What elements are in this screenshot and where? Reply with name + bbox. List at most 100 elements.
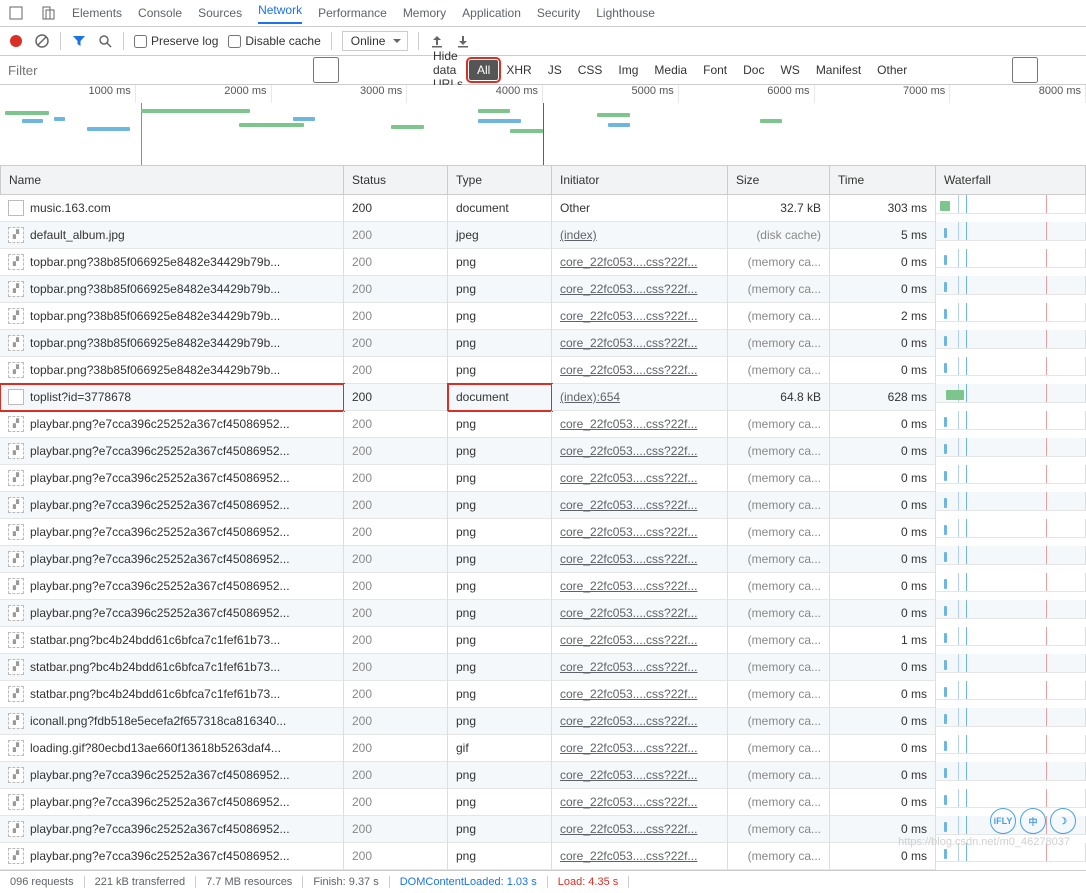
type-css[interactable]: CSS <box>570 60 611 80</box>
col-waterfall[interactable]: Waterfall <box>936 166 1086 195</box>
cell-initiator[interactable]: (index) <box>552 222 728 249</box>
ime-widget[interactable]: iFLY 中 ☽ <box>990 808 1076 834</box>
col-type[interactable]: Type <box>448 166 552 195</box>
preserve-log-checkbox[interactable]: Preserve log <box>134 34 218 48</box>
col-size[interactable]: Size <box>728 166 830 195</box>
col-initiator[interactable]: Initiator <box>552 166 728 195</box>
cell-name[interactable]: ▞statbar.png?bc4b24bdd61c6bfca7c1fef61b7… <box>0 654 344 681</box>
device-icon[interactable] <box>40 5 56 21</box>
cell-name[interactable]: ▞iconall.png?fdb518e5ecefa2f657318ca8163… <box>0 708 344 735</box>
cell-initiator[interactable]: core_22fc053....css?22f... <box>552 519 728 546</box>
tab-performance[interactable]: Performance <box>318 6 387 20</box>
tab-network[interactable]: Network <box>258 3 302 24</box>
cell-initiator[interactable]: core_22fc053....css?22f... <box>552 654 728 681</box>
type-js[interactable]: JS <box>540 60 570 80</box>
search-icon[interactable] <box>97 33 113 49</box>
cell-name[interactable]: ▞topbar.png?38b85f066925e8482e34429b79b.… <box>0 330 344 357</box>
type-media[interactable]: Media <box>646 60 695 80</box>
cell-initiator[interactable]: core_22fc053....css?22f... <box>552 735 728 762</box>
cell-initiator[interactable]: core_22fc053....css?22f... <box>552 438 728 465</box>
inspect-icon[interactable] <box>8 5 24 21</box>
type-other[interactable]: Other <box>869 60 915 80</box>
cell-initiator[interactable]: core_22fc053....css?22f... <box>552 465 728 492</box>
filter-input[interactable] <box>0 57 216 83</box>
cell-initiator[interactable]: core_22fc053....css?22f... <box>552 357 728 384</box>
type-doc[interactable]: Doc <box>735 60 772 80</box>
cell-name[interactable]: ▞playbar.png?e7cca396c25252a367cf4508695… <box>0 762 344 789</box>
cell-initiator[interactable]: core_22fc053....css?22f... <box>552 573 728 600</box>
cell-initiator[interactable]: core_22fc053....css?22f... <box>552 843 728 870</box>
cell-name[interactable]: ▞topbar.png?38b85f066925e8482e34429b79b.… <box>0 276 344 303</box>
cell-name[interactable]: ▞playbar.png?e7cca396c25252a367cf4508695… <box>0 519 344 546</box>
cell-type: png <box>448 843 552 870</box>
cell-name[interactable]: ▞playbar.png?e7cca396c25252a367cf4508695… <box>0 573 344 600</box>
type-manifest[interactable]: Manifest <box>808 60 869 80</box>
tab-security[interactable]: Security <box>537 6 580 20</box>
document-icon <box>8 389 24 405</box>
cell-initiator[interactable]: core_22fc053....css?22f... <box>552 627 728 654</box>
cell-initiator[interactable]: core_22fc053....css?22f... <box>552 681 728 708</box>
clear-icon[interactable] <box>34 33 50 49</box>
cell-initiator[interactable]: core_22fc053....css?22f... <box>552 762 728 789</box>
moon-icon[interactable]: ☽ <box>1050 808 1076 834</box>
type-img[interactable]: Img <box>610 60 646 80</box>
download-icon[interactable] <box>455 33 471 49</box>
cell-initiator[interactable]: core_22fc053....css?22f... <box>552 600 728 627</box>
cell-name[interactable]: ▞topbar.png?38b85f066925e8482e34429b79b.… <box>0 249 344 276</box>
cell-name[interactable]: ▞statbar.png?bc4b24bdd61c6bfca7c1fef61b7… <box>0 627 344 654</box>
cell-name[interactable]: ▞default_album.jpg <box>0 222 344 249</box>
tab-sources[interactable]: Sources <box>198 6 242 20</box>
cell-status: 200 <box>344 438 448 465</box>
cell-initiator[interactable]: core_22fc053....css?22f... <box>552 303 728 330</box>
tab-lighthouse[interactable]: Lighthouse <box>596 6 655 20</box>
cell-name[interactable]: ▞topbar.png?38b85f066925e8482e34429b79b.… <box>0 357 344 384</box>
cell-name[interactable]: ▞playbar.png?e7cca396c25252a367cf4508695… <box>0 600 344 627</box>
cell-name[interactable]: ▞topbar.png?38b85f066925e8482e34429b79b.… <box>0 303 344 330</box>
tab-elements[interactable]: Elements <box>72 6 122 20</box>
cell-initiator[interactable]: Other <box>552 195 728 222</box>
cell-initiator[interactable]: core_22fc053....css?22f... <box>552 411 728 438</box>
cell-name[interactable]: ▞playbar.png?e7cca396c25252a367cf4508695… <box>0 465 344 492</box>
tab-console[interactable]: Console <box>138 6 182 20</box>
col-name[interactable]: Name <box>0 166 344 195</box>
cell-initiator[interactable]: (index):654 <box>552 384 728 411</box>
tab-application[interactable]: Application <box>462 6 521 20</box>
ifly-icon[interactable]: iFLY <box>990 808 1016 834</box>
cell-name[interactable]: ▞playbar.png?e7cca396c25252a367cf4508695… <box>0 411 344 438</box>
cell-name[interactable]: ▞playbar.png?e7cca396c25252a367cf4508695… <box>0 546 344 573</box>
col-time[interactable]: Time <box>830 166 936 195</box>
disable-cache-checkbox[interactable]: Disable cache <box>228 34 320 48</box>
cell-name[interactable]: music.163.com <box>0 195 344 222</box>
cell-size: (memory ca... <box>728 330 830 357</box>
cell-name[interactable]: ▞playbar.png?e7cca396c25252a367cf4508695… <box>0 843 344 870</box>
cell-status: 200 <box>344 627 448 654</box>
cell-name[interactable]: ▞playbar.png?e7cca396c25252a367cf4508695… <box>0 789 344 816</box>
cell-time: 2 ms <box>830 303 936 330</box>
cell-initiator[interactable]: core_22fc053....css?22f... <box>552 546 728 573</box>
type-ws[interactable]: WS <box>772 60 807 80</box>
record-icon[interactable] <box>8 33 24 49</box>
tab-memory[interactable]: Memory <box>403 6 446 20</box>
col-status[interactable]: Status <box>344 166 448 195</box>
filter-icon[interactable] <box>71 33 87 49</box>
cell-initiator[interactable]: core_22fc053....css?22f... <box>552 789 728 816</box>
timeline-overview[interactable]: 1000 ms2000 ms3000 ms4000 ms5000 ms6000 … <box>0 85 1086 166</box>
cell-initiator[interactable]: core_22fc053....css?22f... <box>552 708 728 735</box>
cell-name[interactable]: ▞statbar.png?bc4b24bdd61c6bfca7c1fef61b7… <box>0 681 344 708</box>
cell-name[interactable]: ▞playbar.png?e7cca396c25252a367cf4508695… <box>0 438 344 465</box>
cell-initiator[interactable]: core_22fc053....css?22f... <box>552 276 728 303</box>
cell-name[interactable]: ▞playbar.png?e7cca396c25252a367cf4508695… <box>0 816 344 843</box>
cell-name[interactable]: toplist?id=3778678 <box>0 384 344 411</box>
upload-icon[interactable] <box>429 33 445 49</box>
throttling-select[interactable]: Online <box>342 31 409 51</box>
type-xhr[interactable]: XHR <box>498 60 539 80</box>
cell-initiator[interactable]: core_22fc053....css?22f... <box>552 330 728 357</box>
cell-initiator[interactable]: core_22fc053....css?22f... <box>552 492 728 519</box>
cell-initiator[interactable]: core_22fc053....css?22f... <box>552 249 728 276</box>
cell-name[interactable]: ▞playbar.png?e7cca396c25252a367cf4508695… <box>0 492 344 519</box>
cell-name[interactable]: ▞loading.gif?80ecbd13ae660f13618b5263daf… <box>0 735 344 762</box>
type-font[interactable]: Font <box>695 60 735 80</box>
type-all[interactable]: All <box>469 60 498 80</box>
cell-initiator[interactable]: core_22fc053....css?22f... <box>552 816 728 843</box>
cn-icon[interactable]: 中 <box>1020 808 1046 834</box>
